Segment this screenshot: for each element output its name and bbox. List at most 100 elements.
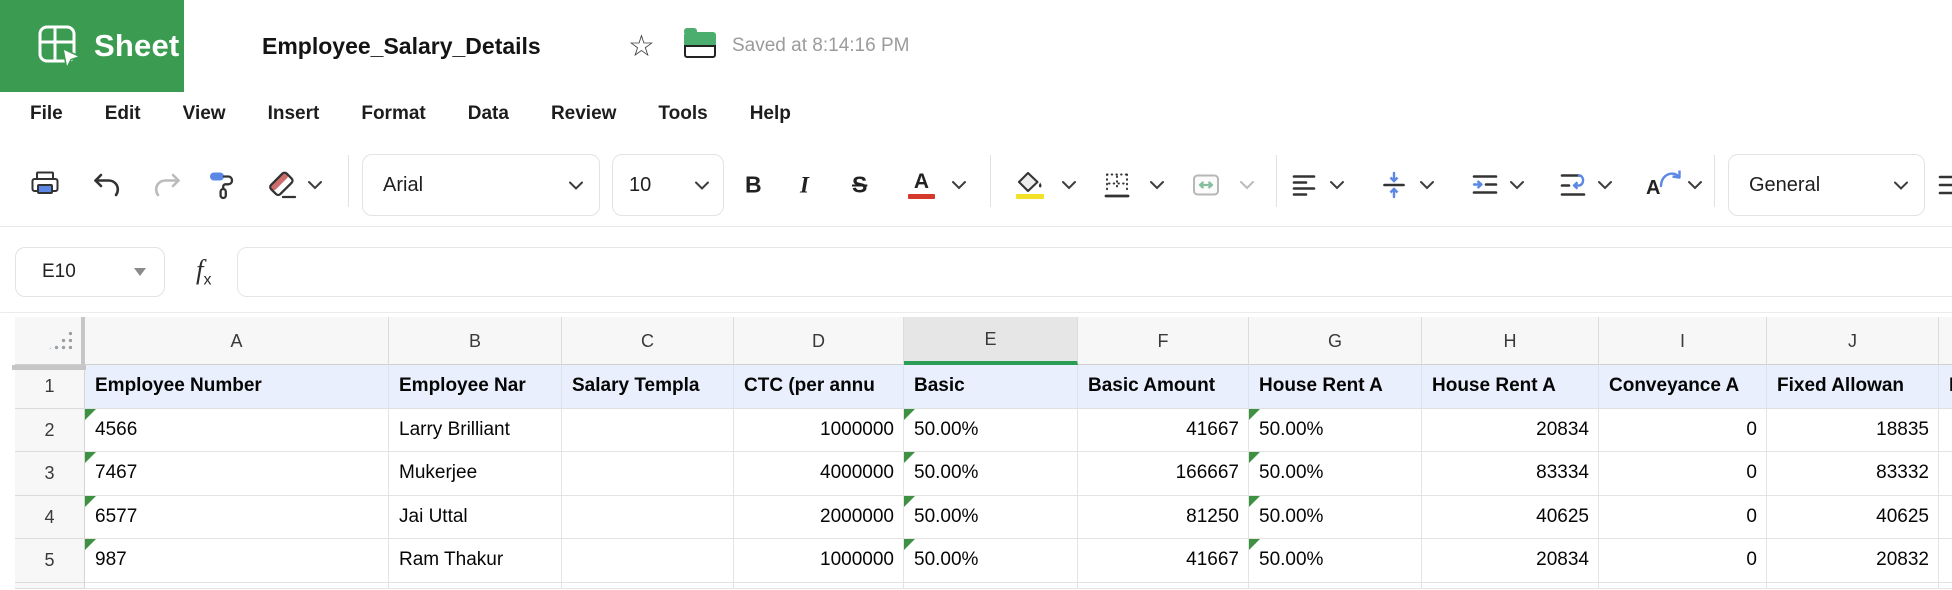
document-title[interactable]: Employee_Salary_Details	[262, 0, 541, 92]
menu-data[interactable]: Data	[468, 103, 509, 125]
cell-I6[interactable]	[1599, 583, 1767, 589]
menu-tools[interactable]: Tools	[658, 103, 707, 125]
column-header-H[interactable]: H	[1422, 317, 1599, 365]
cell-B1[interactable]: Employee Nar	[389, 365, 562, 409]
font-family-select[interactable]: Arial	[362, 154, 600, 216]
cell-D3[interactable]: 4000000	[734, 452, 904, 496]
wrap-text-chevron-icon[interactable]	[1598, 181, 1612, 190]
cell-I4[interactable]: 0	[1599, 496, 1767, 540]
cell-J6[interactable]	[1767, 583, 1939, 589]
cell-H3[interactable]: 83334	[1422, 452, 1599, 496]
cell-J4[interactable]: 40625	[1767, 496, 1939, 540]
merge-cells-button[interactable]	[1192, 173, 1220, 198]
borders-button[interactable]	[1104, 172, 1130, 199]
cell-B5[interactable]: Ram Thakur	[389, 539, 562, 583]
cell-F4[interactable]: 81250	[1078, 496, 1249, 540]
indent-chevron-icon[interactable]	[1510, 181, 1524, 190]
cell-C3[interactable]	[562, 452, 734, 496]
select-all-corner[interactable]	[15, 317, 85, 365]
cell-K4[interactable]	[1939, 496, 1952, 540]
cell-I3[interactable]: 0	[1599, 452, 1767, 496]
favorite-star-icon[interactable]: ☆	[628, 0, 655, 92]
column-header-D[interactable]: D	[734, 317, 904, 365]
cell-B2[interactable]: Larry Brilliant	[389, 409, 562, 453]
cell-E3[interactable]: 50.00%	[904, 452, 1078, 496]
column-header-G[interactable]: G	[1249, 317, 1422, 365]
cell-J5[interactable]: 20832	[1767, 539, 1939, 583]
cell-B4[interactable]: Jai Uttal	[389, 496, 562, 540]
cell-E6[interactable]	[904, 583, 1078, 589]
cell-F5[interactable]: 41667	[1078, 539, 1249, 583]
cell-G4[interactable]: 50.00%	[1249, 496, 1422, 540]
cell-E5[interactable]: 50.00%	[904, 539, 1078, 583]
cell-C5[interactable]	[562, 539, 734, 583]
cell-G3[interactable]: 50.00%	[1249, 452, 1422, 496]
cell-H1[interactable]: House Rent A	[1422, 365, 1599, 409]
column-header-A[interactable]: A	[85, 317, 389, 365]
undo-button[interactable]	[92, 172, 122, 198]
print-button[interactable]	[30, 171, 60, 199]
menu-view[interactable]: View	[183, 103, 226, 125]
row-header-3[interactable]: 3	[15, 452, 85, 496]
number-format-select[interactable]: General	[1728, 154, 1925, 216]
bold-button[interactable]: B	[745, 174, 762, 197]
row-header-6[interactable]	[15, 583, 85, 589]
cell-B6[interactable]	[389, 583, 562, 589]
cell-F1[interactable]: Basic Amount	[1078, 365, 1249, 409]
vertical-align-chevron-icon[interactable]	[1420, 181, 1434, 190]
column-header-K[interactable]	[1939, 317, 1952, 365]
cell-H2[interactable]: 20834	[1422, 409, 1599, 453]
cell-F6[interactable]	[1078, 583, 1249, 589]
cell-K2[interactable]	[1939, 409, 1952, 453]
horizontal-align-chevron-icon[interactable]	[1330, 181, 1344, 190]
cell-E4[interactable]: 50.00%	[904, 496, 1078, 540]
cell-J1[interactable]: Fixed Allowan	[1767, 365, 1939, 409]
cell-G2[interactable]: 50.00%	[1249, 409, 1422, 453]
cell-F3[interactable]: 166667	[1078, 452, 1249, 496]
cell-A5[interactable]: 987	[85, 539, 389, 583]
fill-color-chevron-icon[interactable]	[1062, 181, 1076, 190]
cell-E1[interactable]: Basic	[904, 365, 1078, 409]
column-header-B[interactable]: B	[389, 317, 562, 365]
cell-A3[interactable]: 7467	[85, 452, 389, 496]
cell-C2[interactable]	[562, 409, 734, 453]
menu-review[interactable]: Review	[551, 103, 616, 125]
row-header-4[interactable]: 4	[15, 496, 85, 540]
cell-G6[interactable]	[1249, 583, 1422, 589]
cell-G1[interactable]: House Rent A	[1249, 365, 1422, 409]
redo-button[interactable]	[152, 172, 182, 198]
strikethrough-button[interactable]: S	[852, 174, 867, 197]
wrap-text-button[interactable]	[1560, 173, 1586, 198]
indent-button[interactable]	[1472, 174, 1498, 197]
text-rotation-chevron-icon[interactable]	[1688, 181, 1702, 190]
text-color-button[interactable]: A	[908, 171, 935, 199]
clipped-toolbar-icon[interactable]	[1938, 173, 1952, 197]
cell-I2[interactable]: 0	[1599, 409, 1767, 453]
cell-D1[interactable]: CTC (per annu	[734, 365, 904, 409]
menu-help[interactable]: Help	[750, 103, 791, 125]
cell-I5[interactable]: 0	[1599, 539, 1767, 583]
cell-J2[interactable]: 18835	[1767, 409, 1939, 453]
column-header-C[interactable]: C	[562, 317, 734, 365]
cell-C1[interactable]: Salary Templa	[562, 365, 734, 409]
cell-K3[interactable]	[1939, 452, 1952, 496]
cell-D2[interactable]: 1000000	[734, 409, 904, 453]
cell-H4[interactable]: 40625	[1422, 496, 1599, 540]
cell-J3[interactable]: 83332	[1767, 452, 1939, 496]
column-header-I[interactable]: I	[1599, 317, 1767, 365]
row-header-2[interactable]: 2	[15, 409, 85, 453]
column-header-J[interactable]: J	[1767, 317, 1939, 365]
borders-chevron-icon[interactable]	[1150, 181, 1164, 190]
cell-K5[interactable]	[1939, 539, 1952, 583]
menu-edit[interactable]: Edit	[105, 103, 141, 125]
cell-A2[interactable]: 4566	[85, 409, 389, 453]
cell-A4[interactable]: 6577	[85, 496, 389, 540]
cell-K6[interactable]	[1939, 583, 1952, 589]
column-header-F[interactable]: F	[1078, 317, 1249, 365]
eraser-button[interactable]	[266, 171, 298, 200]
text-color-chevron-icon[interactable]	[952, 181, 966, 190]
text-rotation-button[interactable]: A	[1646, 170, 1680, 200]
menu-insert[interactable]: Insert	[268, 103, 320, 125]
folder-icon[interactable]	[684, 32, 716, 59]
column-header-E[interactable]: E	[904, 317, 1078, 365]
